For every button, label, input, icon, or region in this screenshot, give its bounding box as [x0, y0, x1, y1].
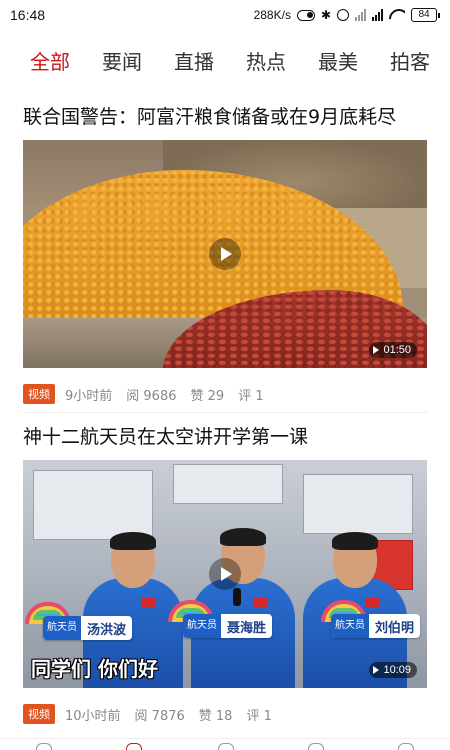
- bottom-nav: [0, 738, 450, 750]
- tab-beautiful[interactable]: 最美: [318, 46, 358, 75]
- profile-icon[interactable]: [398, 743, 414, 750]
- status-icons: 288K/s ✱ 84: [254, 8, 440, 22]
- battery-level: 84: [411, 8, 437, 22]
- news-meta: 视频 10小时前 阅 7876 赞 18 评 1: [23, 702, 427, 726]
- tab-live[interactable]: 直播: [174, 46, 214, 75]
- video-icon[interactable]: [126, 743, 142, 750]
- comment-count: 评 1: [246, 708, 272, 724]
- discover-icon[interactable]: [218, 743, 234, 750]
- publish-time: 10小时前: [65, 708, 121, 724]
- caption-name: 刘伯明: [375, 620, 415, 636]
- toggle-icon: [296, 9, 315, 21]
- publish-time: 9小时前: [65, 388, 113, 404]
- tab-all[interactable]: 全部: [30, 46, 70, 75]
- channel-tabs: 全部 要闻 直播 热点 最美 拍客: [0, 38, 450, 82]
- caption-name: 汤洪波: [87, 622, 127, 638]
- video-subtitle: 同学们 你们好: [31, 657, 158, 681]
- name-caption: 航天员 聂海胜: [183, 614, 273, 638]
- news-card[interactable]: 联合国警告：阿富汗粮食储备或在9月底耗尽 01:50 视频 9小时前 阅 968…: [23, 100, 427, 406]
- play-icon[interactable]: [209, 238, 241, 270]
- tv-icon[interactable]: [308, 743, 324, 750]
- news-headline[interactable]: 联合国警告：阿富汗粮食储备或在9月底耗尽: [23, 100, 427, 134]
- signal-icon: [372, 9, 383, 21]
- astronaut: [303, 508, 407, 688]
- news-card[interactable]: 神十二航天员在太空讲开学第一课 航天员 汤洪波 航天员 聂海胜 航天员 刘伯明 …: [23, 420, 427, 726]
- video-duration: 10:09: [369, 662, 417, 678]
- caption-role: 航天员: [331, 614, 369, 638]
- duration-label: 01:50: [383, 344, 411, 356]
- view-count: 阅 7876: [134, 708, 185, 724]
- status-time: 16:48: [10, 7, 46, 23]
- wifi-icon: [389, 9, 405, 21]
- microphone-icon: [233, 588, 241, 606]
- play-small-icon: [373, 346, 380, 354]
- news-headline[interactable]: 神十二航天员在太空讲开学第一课: [23, 420, 427, 454]
- divider: [23, 412, 427, 413]
- home-icon[interactable]: [36, 743, 52, 750]
- name-caption: 航天员 汤洪波: [43, 616, 133, 640]
- like-count: 赞 29: [190, 388, 225, 404]
- caption-role: 航天员: [43, 616, 81, 640]
- signal-icon: [355, 9, 366, 21]
- view-count: 阅 9686: [126, 388, 177, 404]
- caption-role: 航天员: [183, 614, 221, 638]
- video-duration: 01:50: [369, 342, 417, 358]
- battery-icon: 84: [411, 8, 440, 22]
- bluetooth-icon: ✱: [320, 8, 331, 22]
- video-thumbnail[interactable]: 航天员 汤洪波 航天员 聂海胜 航天员 刘伯明 同学们 你们好 10:09: [23, 460, 427, 688]
- name-caption: 航天员 刘伯明: [331, 614, 421, 638]
- play-small-icon: [373, 666, 380, 674]
- caption-name: 聂海胜: [227, 620, 267, 636]
- status-bar: 16:48 288K/s ✱ 84: [0, 0, 450, 30]
- astronaut: [191, 488, 295, 688]
- play-icon[interactable]: [209, 558, 241, 590]
- tab-reporter[interactable]: 拍客: [390, 46, 430, 75]
- comment-count: 评 1: [238, 388, 264, 404]
- duration-label: 10:09: [383, 664, 411, 676]
- tab-hot[interactable]: 热点: [246, 46, 286, 75]
- video-thumbnail[interactable]: 01:50: [23, 140, 427, 368]
- video-badge: 视频: [23, 704, 55, 724]
- tab-headlines[interactable]: 要闻: [102, 46, 142, 75]
- video-badge: 视频: [23, 384, 55, 404]
- like-count: 赞 18: [198, 708, 233, 724]
- alarm-icon: [337, 9, 349, 21]
- network-speed: 288K/s: [253, 8, 291, 22]
- news-meta: 视频 9小时前 阅 9686 赞 29 评 1: [23, 382, 427, 406]
